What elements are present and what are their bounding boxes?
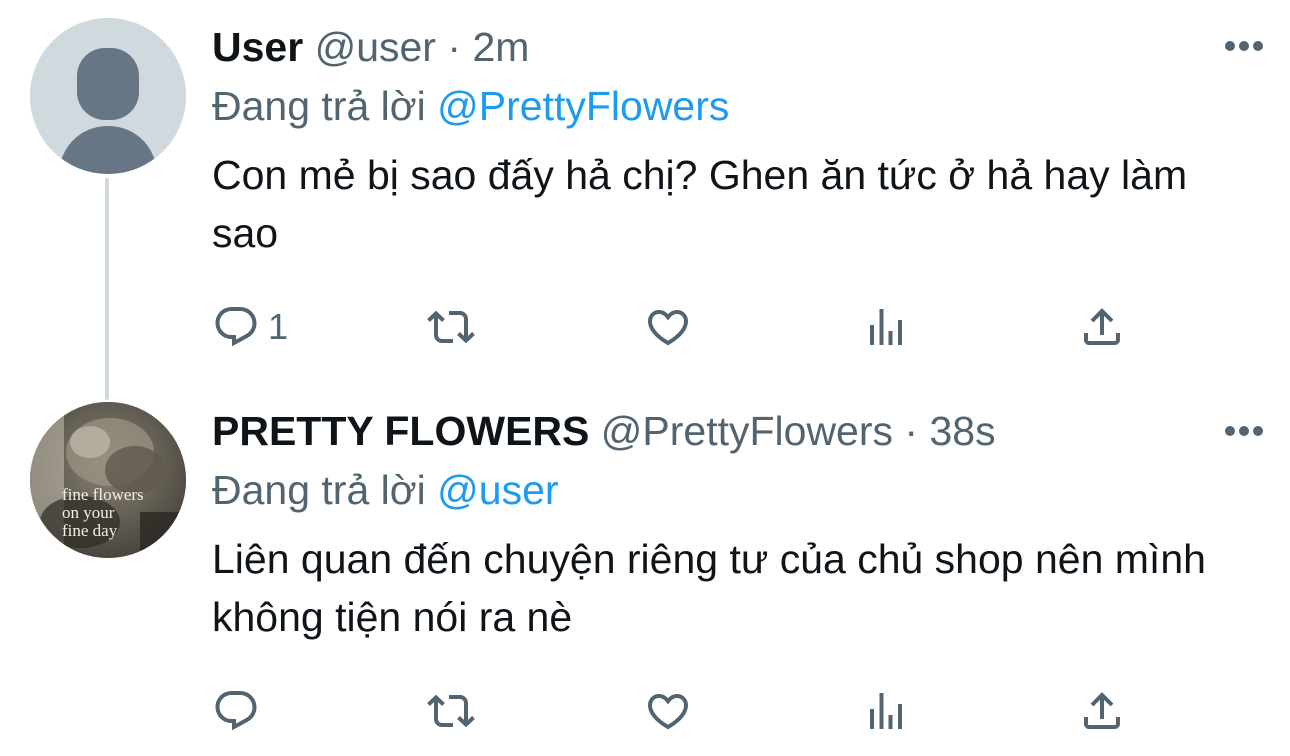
- share-icon: [1084, 308, 1120, 345]
- replying-to-label: Đang trả lời: [212, 83, 426, 129]
- like-icon: [647, 694, 689, 730]
- like-button[interactable]: [644, 685, 692, 737]
- default-profile-icon: [30, 18, 186, 174]
- avatar-caption: fine flowers on your fine day: [62, 485, 144, 540]
- tweet-text: Con mẻ bị sao đấy hả chị? Ghen ăn tức ở …: [212, 152, 1188, 256]
- tweet-text: Liên quan đến chuyện riêng tư của chủ sh…: [212, 536, 1206, 640]
- timestamp[interactable]: 2m: [472, 24, 529, 70]
- more-options-icon[interactable]: [1224, 40, 1264, 52]
- tweet[interactable]: PRETTY FLOWERS @PrettyFlowers · 38s Đang…: [212, 404, 1260, 646]
- share-button[interactable]: [1078, 301, 1126, 353]
- user-handle[interactable]: @PrettyFlowers: [601, 408, 893, 454]
- views-icon: [870, 309, 902, 345]
- thread-connector-line: [105, 178, 109, 400]
- reply-count: 1: [268, 306, 289, 347]
- tweet-action-bar: [212, 685, 1212, 737]
- reply-icon: [215, 691, 257, 731]
- views-icon: [870, 693, 902, 729]
- share-icon: [1084, 692, 1120, 729]
- user-handle[interactable]: @user: [315, 24, 436, 70]
- reply-button[interactable]: [212, 685, 268, 737]
- retweet-button[interactable]: [427, 685, 475, 737]
- tweet-header: User @user · 2m: [212, 20, 1260, 74]
- reply-icon: [215, 307, 257, 347]
- avatar[interactable]: fine flowers on your fine day: [30, 402, 186, 558]
- more-options-icon[interactable]: [1224, 425, 1264, 437]
- retweet-button[interactable]: [427, 301, 475, 353]
- views-button[interactable]: [862, 301, 910, 353]
- separator-dot: ·: [447, 24, 462, 70]
- retweet-icon: [427, 694, 475, 728]
- display-name[interactable]: PRETTY FLOWERS: [212, 408, 589, 454]
- like-button[interactable]: [644, 301, 692, 353]
- share-button[interactable]: [1078, 685, 1126, 737]
- like-icon: [647, 310, 689, 346]
- replying-to-mention[interactable]: @user: [437, 467, 558, 513]
- replying-to-label: Đang trả lời: [212, 467, 426, 513]
- reply-button[interactable]: 1: [212, 301, 288, 353]
- separator-dot: ·: [904, 408, 919, 454]
- timestamp[interactable]: 38s: [929, 408, 995, 454]
- replying-to: Đang trả lời @PrettyFlowers: [212, 79, 1260, 133]
- tweet-action-bar: 1: [212, 301, 1212, 353]
- avatar[interactable]: [30, 18, 186, 174]
- replying-to-mention[interactable]: @PrettyFlowers: [437, 83, 729, 129]
- retweet-icon: [427, 310, 475, 344]
- tweet-header: PRETTY FLOWERS @PrettyFlowers · 38s: [212, 404, 1260, 458]
- views-button[interactable]: [862, 685, 910, 737]
- display-name[interactable]: User: [212, 24, 303, 70]
- tweet[interactable]: User @user · 2m Đang trả lời @PrettyFlow…: [212, 20, 1260, 262]
- replying-to: Đang trả lời @user: [212, 463, 1260, 517]
